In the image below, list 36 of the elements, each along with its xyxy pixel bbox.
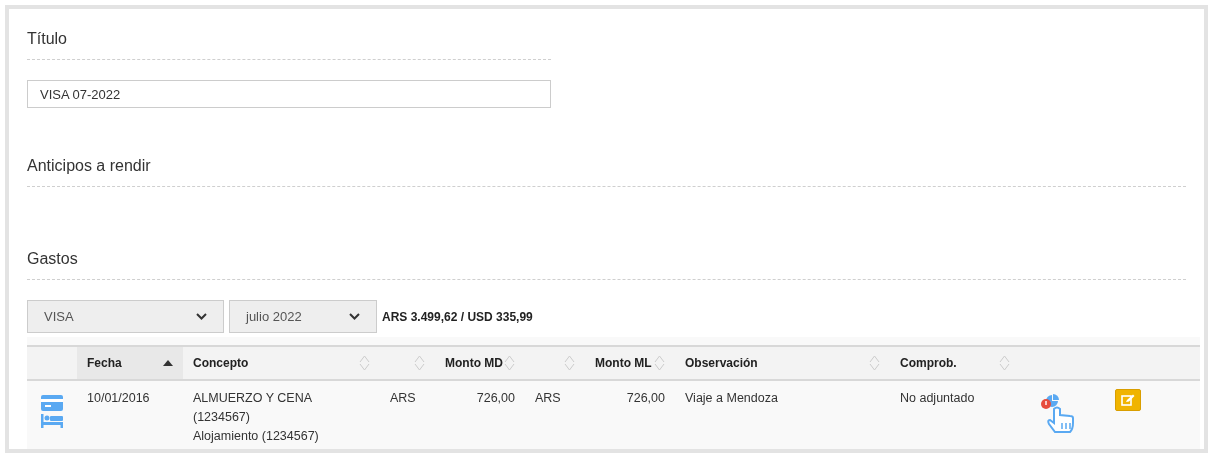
sort-icon[interactable] xyxy=(359,355,370,371)
dropdown[interactable]: julio 2022 xyxy=(229,300,377,333)
sort-icon[interactable] xyxy=(414,355,425,371)
chevron-down-icon xyxy=(196,313,207,320)
table-cell: 10/01/2016 xyxy=(87,391,150,405)
table-cell-text: Alojamiento (1234567) xyxy=(193,427,320,445)
table-cell: Viaje a Mendoza xyxy=(685,391,778,405)
column-header[interactable]: Comprob. xyxy=(900,354,957,372)
total-amount: ARS 3.499,62 / USD 335,99 xyxy=(382,308,533,326)
edit-button[interactable] xyxy=(1115,389,1141,411)
sort-ascending-icon[interactable] xyxy=(163,360,173,366)
column-header[interactable]: Fecha xyxy=(87,354,122,372)
column-header[interactable]: Observación xyxy=(685,354,758,372)
section-title: Título xyxy=(27,30,67,47)
sort-icon[interactable] xyxy=(869,355,880,371)
chevron-down-icon xyxy=(349,313,360,320)
table-cell-text: ALMUERZO Y CENA (1234567) xyxy=(193,390,313,426)
table-cell: ARS xyxy=(390,391,416,405)
table-cell: 726,00 xyxy=(476,391,515,405)
column-header[interactable]: Concepto xyxy=(193,354,249,372)
table-cell: ARS xyxy=(535,391,561,405)
sort-icon[interactable] xyxy=(999,355,1010,371)
column-header[interactable]: Monto MD xyxy=(445,354,503,372)
table-cell: No adjuntado xyxy=(900,391,975,405)
column-header[interactable]: Monto ML xyxy=(595,354,652,372)
dropdown[interactable]: VISA xyxy=(27,300,224,333)
section-title: Anticipos a rendir xyxy=(27,157,151,174)
sort-icon[interactable] xyxy=(564,355,575,371)
title-field[interactable]: VISA 07-2022 xyxy=(27,80,551,108)
table-cell: 726,00 xyxy=(626,391,665,405)
bed-icon xyxy=(41,414,63,428)
credit-card-icon xyxy=(41,395,63,411)
section-title: Gastos xyxy=(27,250,78,267)
sort-icon[interactable] xyxy=(504,355,515,371)
edit-icon xyxy=(1121,394,1135,406)
sort-icon[interactable] xyxy=(654,355,665,371)
